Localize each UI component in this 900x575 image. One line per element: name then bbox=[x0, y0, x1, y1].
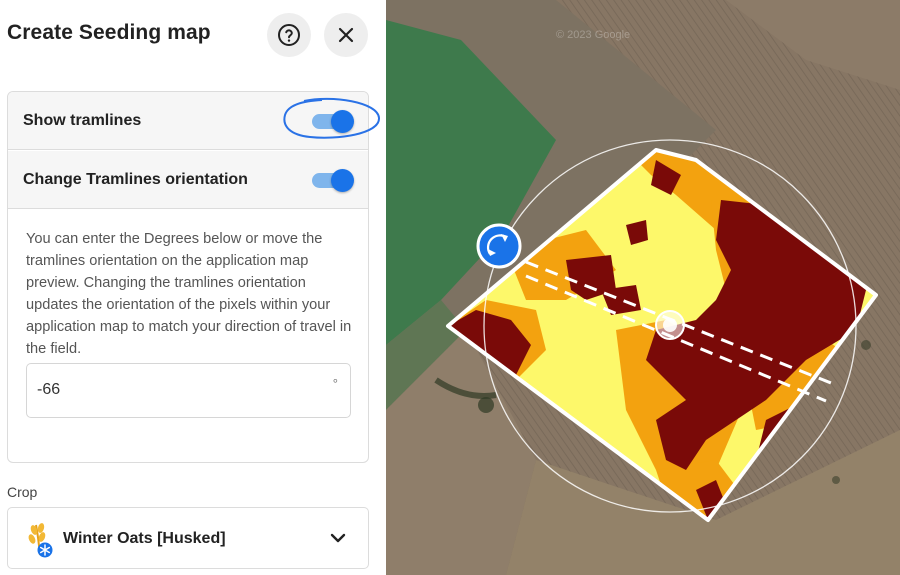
degrees-field[interactable]: ° bbox=[26, 363, 351, 418]
tramlines-card: Show tramlines Change Tramlines orientat… bbox=[7, 91, 369, 463]
map-watermark: © 2023 Google bbox=[556, 29, 630, 41]
winter-oats-icon bbox=[28, 523, 53, 558]
help-button[interactable] bbox=[267, 13, 311, 57]
crop-name: Winter Oats [Husked] bbox=[63, 530, 226, 547]
map-preview[interactable]: © 2023 Google bbox=[386, 0, 900, 575]
degrees-unit: ° bbox=[332, 376, 338, 391]
crop-select[interactable]: Winter Oats [Husked] bbox=[7, 507, 369, 569]
panel-title: Create Seeding map bbox=[7, 21, 211, 44]
rotate-handle[interactable] bbox=[476, 223, 522, 269]
show-tramlines-toggle[interactable] bbox=[312, 110, 354, 133]
orientation-label: Change Tramlines orientation bbox=[23, 171, 248, 188]
chevron-down-icon bbox=[330, 533, 346, 543]
close-icon bbox=[338, 27, 354, 43]
show-tramlines-label: Show tramlines bbox=[23, 112, 142, 129]
degrees-input[interactable] bbox=[37, 378, 317, 402]
help-circle-icon bbox=[278, 24, 300, 46]
seeding-map-panel: Create Seeding map Show tramlines Change… bbox=[0, 0, 386, 575]
close-button[interactable] bbox=[324, 13, 368, 57]
orientation-pivot-handle[interactable] bbox=[655, 310, 685, 340]
orientation-toggle[interactable] bbox=[312, 169, 354, 192]
orientation-description: You can enter the Degrees below or move … bbox=[26, 231, 352, 357]
orientation-row: Change Tramlines orientation bbox=[8, 151, 368, 209]
satellite-map: © 2023 Google bbox=[386, 0, 900, 575]
crop-label: Crop bbox=[7, 484, 38, 500]
show-tramlines-row: Show tramlines bbox=[8, 92, 368, 150]
